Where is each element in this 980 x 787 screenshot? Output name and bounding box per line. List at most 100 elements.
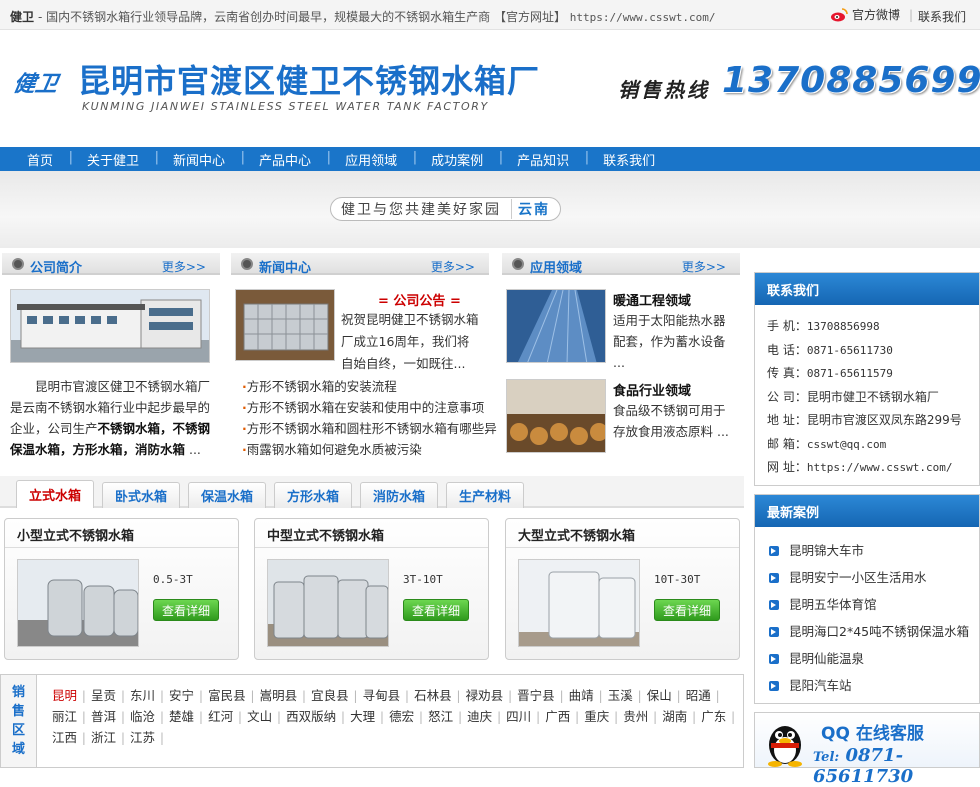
city-link[interactable]: 江西 <box>45 727 86 748</box>
case-item[interactable]: 昆明仙能温泉 <box>769 645 979 672</box>
city-link[interactable]: 贵州 <box>616 706 657 727</box>
nav-about[interactable]: 关于健卫 <box>70 150 159 169</box>
city-link[interactable]: 西双版纳 <box>279 706 345 727</box>
city-link[interactable]: 普洱 <box>84 706 125 727</box>
about-text: 昆明市官渡区健卫不锈钢水箱厂是云南不锈钢水箱行业中起步最早的企业，公司生产不锈钢… <box>10 379 211 457</box>
nav-products[interactable]: 产品中心 <box>242 150 331 169</box>
city-link[interactable]: 保山 <box>640 685 681 706</box>
tab-materials[interactable]: 生产材料 <box>446 482 525 508</box>
arrow-bullet-icon <box>769 626 779 637</box>
large-tank-photo[interactable] <box>518 559 640 647</box>
arrow-bullet-icon <box>769 680 779 691</box>
nav-applications[interactable]: 应用领域 <box>328 150 417 169</box>
contact-row: 公 司：昆明市健卫不锈钢水箱厂 <box>767 389 939 404</box>
city-link[interactable]: 呈贡 <box>84 685 125 706</box>
applications-more-link[interactable]: 更多>> <box>682 258 726 275</box>
case-item[interactable]: 昆明锦大车市 <box>769 537 979 564</box>
city-link[interactable]: 楚雄 <box>162 706 203 727</box>
view-detail-button[interactable]: 查看详细 <box>403 599 469 621</box>
app-title-hvac[interactable]: 暖通工程领域 <box>613 290 691 309</box>
tab-vertical[interactable]: 立式水箱 <box>16 480 95 508</box>
product-card-medium: 中型立式不锈钢水箱 3T-10T 查看详细 <box>254 518 489 660</box>
tab-insulated[interactable]: 保温水箱 <box>188 482 267 508</box>
city-link[interactable]: 大理 <box>343 706 384 727</box>
city-link[interactable]: 浙江 <box>84 727 125 748</box>
nav-cases[interactable]: 成功案例 <box>414 150 503 169</box>
news-notice-title: = 公司公告 = <box>378 294 461 309</box>
city-link[interactable]: 文山 <box>240 706 281 727</box>
city-link[interactable]: 曲靖 <box>562 685 603 706</box>
news-lead[interactable]: 祝贺昆明健卫不锈钢水箱厂成立16周年，我们将自始自终，一如既往... <box>341 309 481 375</box>
tab-horizontal[interactable]: 卧式水箱 <box>102 482 181 508</box>
view-detail-button[interactable]: 查看详细 <box>654 599 720 621</box>
city-link[interactable]: 玉溪 <box>601 685 642 706</box>
hvac-photo[interactable] <box>506 289 606 363</box>
list-item[interactable]: 雨露钢水箱如何避免水质被污染 <box>242 439 492 460</box>
qq-service[interactable]: QQ 在线客服 Tel: 0871-65611730 <box>754 712 980 787</box>
product-tabs: 立式水箱 卧式水箱 保温水箱 方形水箱 消防水箱 生产材料 <box>0 476 744 508</box>
list-item[interactable]: 方形不锈钢水箱和圆柱形不锈钢水箱有哪些异 <box>242 418 497 439</box>
city-link[interactable]: 江苏 <box>123 727 164 748</box>
case-item[interactable]: 昆阳汽车站 <box>769 672 979 699</box>
news-more-link[interactable]: 更多>> <box>431 258 475 275</box>
nav-contact[interactable]: 联系我们 <box>586 150 672 169</box>
city-link[interactable]: 嵩明县 <box>253 685 306 706</box>
tab-fire[interactable]: 消防水箱 <box>360 482 439 508</box>
bullet-icon <box>512 258 524 270</box>
list-item[interactable]: 方形不锈钢水箱在安装和使用中的注意事项 <box>242 397 492 418</box>
tab-square[interactable]: 方形水箱 <box>274 482 353 508</box>
city-link[interactable]: 广西 <box>538 706 579 727</box>
city-link[interactable]: 昆明 <box>45 685 86 706</box>
arrow-bullet-icon <box>769 545 779 556</box>
sales-region-label: 销售区域 <box>1 675 37 767</box>
app-title-food[interactable]: 食品行业领域 <box>613 380 691 399</box>
top-slogan: - 国内不锈钢水箱行业领导品牌，云南省创办时间最早，规模最大的不锈钢水箱生产商 … <box>38 10 716 24</box>
weibo-link[interactable]: 官方微博 <box>830 6 900 23</box>
city-link[interactable]: 重庆 <box>577 706 618 727</box>
city-link[interactable]: 富民县 <box>201 685 254 706</box>
case-item[interactable]: 昆明海口2*45吨不锈钢保温水箱 <box>769 618 979 645</box>
top-contact-link[interactable]: 联系我们 <box>918 8 966 25</box>
city-link[interactable]: 湖南 <box>655 706 696 727</box>
arrow-bullet-icon <box>769 572 779 583</box>
view-detail-button[interactable]: 查看详细 <box>153 599 219 621</box>
city-link[interactable]: 德宏 <box>382 706 423 727</box>
qq-tel: Tel: 0871-65611730 <box>813 745 914 787</box>
city-link[interactable]: 红河 <box>201 706 242 727</box>
city-link[interactable]: 东川 <box>123 685 164 706</box>
site-header: 健卫 昆明市官渡区健卫不锈钢水箱厂 KUNMING JIANWEI STAINL… <box>0 30 980 147</box>
city-link[interactable]: 四川 <box>499 706 540 727</box>
banner-slogan: 健卫与您共建美好家园 云南 <box>330 197 561 221</box>
nav-news[interactable]: 新闻中心 <box>156 150 245 169</box>
top-brand: 健卫 <box>10 10 35 24</box>
medium-tank-photo[interactable] <box>267 559 389 647</box>
city-link[interactable]: 迪庆 <box>460 706 501 727</box>
list-item[interactable]: 方形不锈钢水箱的安装流程 <box>242 376 492 397</box>
contact-list: 手 机：13708856998 电 话：0871-65611730 传 真：0871… <box>755 305 979 480</box>
hotline-label: 销售热线 <box>618 78 710 102</box>
city-link[interactable]: 宜良县 <box>304 685 357 706</box>
about-panel-header: 公司简介 更多>> <box>2 253 220 276</box>
nav-knowledge[interactable]: 产品知识 <box>500 150 589 169</box>
city-link[interactable]: 昭通 <box>679 685 720 706</box>
case-item[interactable]: 昆明安宁一小区生活用水 <box>769 564 979 591</box>
city-link[interactable]: 寻甸县 <box>356 685 409 706</box>
official-url-link[interactable]: https://www.csswt.com/ <box>570 11 716 24</box>
small-tank-photo[interactable] <box>17 559 139 647</box>
city-link[interactable]: 晋宁县 <box>510 685 563 706</box>
weibo-icon <box>831 7 848 21</box>
city-link[interactable]: 怒江 <box>421 706 462 727</box>
case-item[interactable]: 昆明五华体育馆 <box>769 591 979 618</box>
city-link[interactable]: 石林县 <box>407 685 460 706</box>
city-link[interactable]: 丽江 <box>45 706 86 727</box>
cases-panel: 最新案例 昆明锦大车市 昆明安宁一小区生活用水 昆明五华体育馆 昆明海口2*45吨不锈… <box>754 494 980 704</box>
city-link[interactable]: 广东 <box>694 706 735 727</box>
nav-home[interactable]: 首页 <box>10 150 73 169</box>
product-card-small: 小型立式不锈钢水箱 0.5-3T 查看详细 <box>4 518 239 660</box>
city-link[interactable]: 禄劝县 <box>459 685 512 706</box>
food-industry-photo[interactable] <box>506 379 606 453</box>
logo-mark: 健卫 <box>11 71 60 97</box>
city-link[interactable]: 安宁 <box>162 685 203 706</box>
about-more-link[interactable]: 更多>> <box>162 258 206 275</box>
city-link[interactable]: 临沧 <box>123 706 164 727</box>
